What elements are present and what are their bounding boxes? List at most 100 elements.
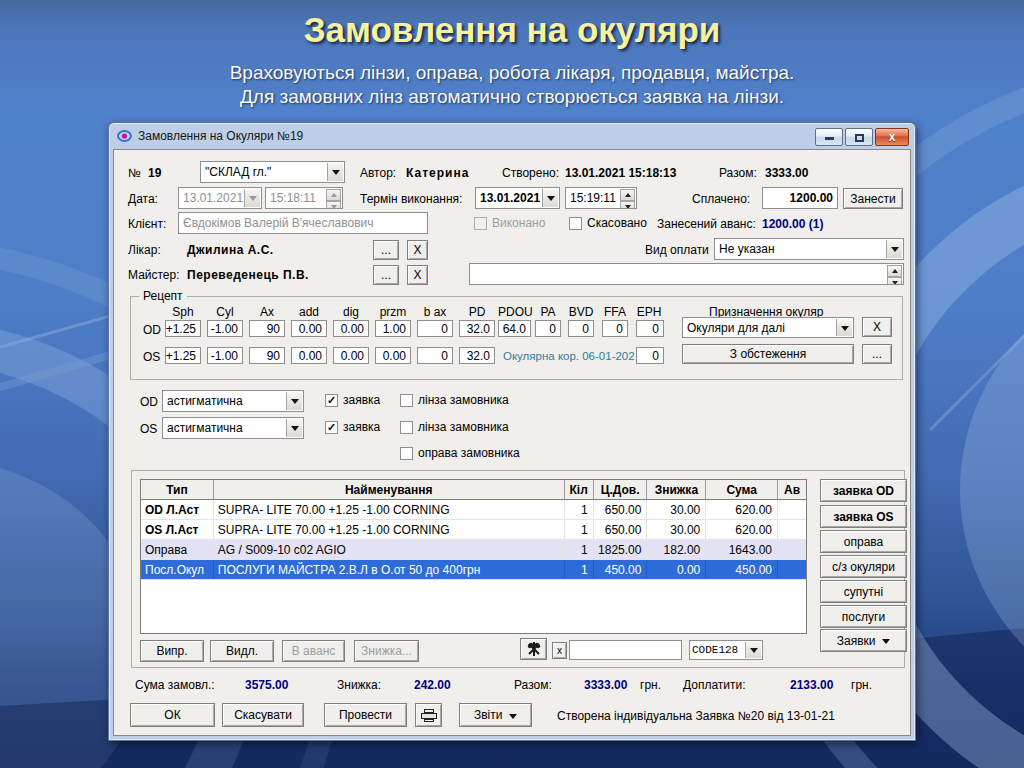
print-button[interactable]	[415, 703, 442, 727]
od-add-field[interactable]: 0.00	[291, 320, 327, 337]
paid-input[interactable]: 1200.00	[762, 187, 838, 209]
deadline-time-spinner[interactable]	[620, 189, 635, 207]
item-row-od[interactable]: OD Л.Аст SUPRA- LITE 70.00 +1.25 -1.00 C…	[141, 500, 806, 520]
od-pd-field[interactable]: 32.0	[459, 320, 495, 337]
od-ax-field[interactable]: 90	[249, 320, 285, 337]
to-advance-button[interactable]: В аванс	[282, 640, 345, 662]
comment-input[interactable]	[469, 263, 904, 285]
date-select-arrow[interactable]	[244, 189, 260, 207]
client-input[interactable]: Євдокімов Валерій В'ячеславович	[178, 212, 428, 234]
close-button[interactable]: x	[875, 128, 909, 146]
date-select[interactable]: 13.01.2021	[178, 187, 262, 209]
col-sph-label: Sph	[165, 305, 201, 319]
warehouse-select-arrow[interactable]	[327, 163, 343, 181]
od-eph-field[interactable]: 0	[636, 320, 664, 337]
col-eph-label: EPH	[634, 305, 664, 319]
fix-button[interactable]: Випр.	[140, 640, 204, 662]
request-od-button[interactable]: заявка OD	[820, 479, 907, 502]
os-lens-type-select[interactable]: астигматична	[162, 417, 304, 439]
x-small-button[interactable]: x	[552, 642, 567, 659]
item-row-frame[interactable]: Оправа AG / S009-10 c02 AGIO 1 1825.00 1…	[141, 540, 806, 560]
os-ax-field[interactable]: 90	[249, 347, 285, 364]
created-value: 13.01.2021 15:18:13	[565, 166, 676, 180]
advance-value: 1200.00 (1)	[762, 217, 823, 231]
barcode-type-select[interactable]: CODE128	[689, 640, 763, 660]
comment-spinner[interactable]	[887, 265, 902, 283]
od-lens-type-select[interactable]: астигматична	[162, 390, 304, 412]
barcode-input[interactable]	[569, 640, 682, 660]
client-frame-checkbox[interactable]: оправа замовника	[400, 446, 520, 460]
od-pdou-field[interactable]: 64.0	[498, 320, 531, 337]
delete-button[interactable]: Видл.	[210, 640, 274, 662]
purpose-clear-button[interactable]: X	[862, 317, 892, 337]
ok-button[interactable]: ОК	[130, 703, 215, 727]
grand-total-uah: грн.	[640, 678, 661, 692]
os-cyl-field[interactable]: -1.00	[207, 347, 243, 364]
post-button[interactable]: Провести	[324, 703, 407, 727]
barcode-type-arrow[interactable]	[745, 642, 761, 658]
os-add-field[interactable]: 0.00	[291, 347, 327, 364]
od-client-lens-checkbox[interactable]: лінза замовника	[400, 393, 509, 407]
od-request-checkbox[interactable]: ✓заявка	[325, 393, 380, 407]
window-titlebar[interactable]: Замовлення на Окуляри №19 x	[109, 123, 915, 149]
master-browse-button[interactable]: ...	[373, 265, 399, 285]
os-sph-field[interactable]: +1.25	[165, 347, 201, 364]
os-przm-field[interactable]: 0.00	[375, 347, 411, 364]
os-bax-field[interactable]: 0	[417, 347, 453, 364]
purpose-select[interactable]: Окуляри для далі	[682, 317, 854, 338]
od-przm-field[interactable]: 1.00	[375, 320, 411, 337]
col-sum: Сума	[706, 480, 778, 499]
deadline-time-field[interactable]: 15:19:11	[565, 187, 637, 209]
purpose-select-arrow[interactable]	[836, 319, 852, 336]
os-client-lens-checkbox[interactable]: лінза замовника	[400, 420, 509, 434]
reports-button[interactable]: Звіти	[459, 703, 532, 727]
doctor-browse-button[interactable]: ...	[373, 240, 399, 260]
os-pd-field[interactable]: 32.0	[459, 347, 495, 364]
doctor-clear-button[interactable]: X	[407, 240, 428, 260]
od-dig-field[interactable]: 0.00	[333, 320, 369, 337]
payment-select[interactable]: Не указан	[714, 238, 904, 260]
requests-menu-button[interactable]: Заявки	[820, 629, 907, 652]
od-bax-field[interactable]: 0	[417, 320, 453, 337]
services-button[interactable]: послуги	[820, 605, 907, 628]
lens-os-label: OS	[140, 422, 157, 436]
purpose-browse-button[interactable]: ...	[862, 344, 892, 364]
discount-button[interactable]: Знижка...	[354, 640, 419, 662]
frame-button[interactable]: оправа	[820, 530, 907, 553]
time-spinner[interactable]	[326, 189, 341, 207]
os-lens-type-arrow[interactable]	[286, 419, 302, 437]
from-exam-button[interactable]: З обстеження	[682, 344, 854, 364]
od-bvd-field[interactable]: 0	[568, 320, 594, 337]
item-row-service[interactable]: Посл.Окул ПОСЛУГИ МАЙСТРА 2.В.Л в О.от 5…	[141, 560, 806, 580]
os-request-checkbox[interactable]: ✓заявка	[325, 420, 380, 434]
items-table[interactable]: Тип Найменування Кіл Ц.Дов. Знижка Сума …	[140, 479, 807, 634]
tools-button[interactable]	[520, 638, 547, 660]
grand-total-label: Разом:	[514, 678, 552, 692]
glasses-correction-link[interactable]: Окулярна кор. 06-01-202	[503, 350, 635, 362]
request-os-button[interactable]: заявка OS	[820, 505, 907, 528]
item-row-os[interactable]: OS Л.Аст SUPRA- LITE 70.00 +1.25 -1.00 C…	[141, 520, 806, 540]
maximize-button[interactable]	[845, 128, 873, 146]
printer-icon	[421, 709, 437, 722]
sunglasses-button[interactable]: с/з окуляри	[820, 555, 907, 578]
od-ffa-field[interactable]: 0	[602, 320, 628, 337]
os-eph-field[interactable]: 0	[636, 347, 664, 364]
lens-od-label: OD	[140, 395, 158, 409]
warehouse-select[interactable]: "СКЛАД гл."	[200, 161, 345, 183]
time-field[interactable]: 15:18:11	[265, 187, 343, 209]
deadline-date-select[interactable]: 13.01.2021	[475, 187, 560, 209]
accessories-button[interactable]: супутні	[820, 580, 907, 603]
master-clear-button[interactable]: X	[407, 265, 428, 285]
od-sph-field[interactable]: +1.25	[165, 320, 201, 337]
os-dig-field[interactable]: 0.00	[333, 347, 369, 364]
od-lens-type-arrow[interactable]	[286, 392, 302, 410]
cancel-order-button[interactable]: Скасувати	[222, 703, 304, 727]
cancelled-checkbox[interactable]: Скасовано	[569, 216, 647, 230]
od-pa-field[interactable]: 0	[535, 320, 561, 337]
done-checkbox[interactable]: Виконано	[474, 216, 545, 230]
minimize-button[interactable]	[815, 128, 843, 146]
od-cyl-field[interactable]: -1.00	[207, 320, 243, 337]
enter-advance-button[interactable]: Занести	[843, 188, 903, 209]
deadline-date-arrow[interactable]	[542, 189, 558, 207]
payment-select-arrow[interactable]	[886, 240, 902, 258]
